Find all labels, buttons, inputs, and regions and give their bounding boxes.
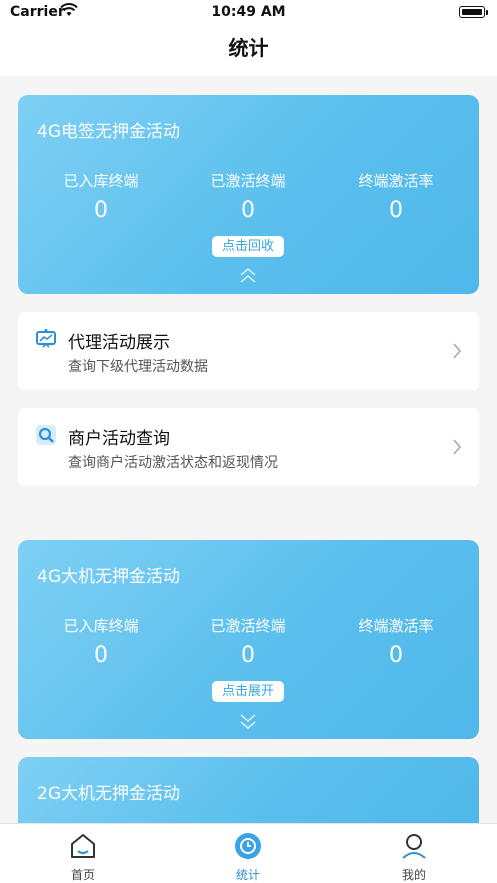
clock: 10:49 AM (211, 4, 286, 20)
stat-label: 已激活终端 (210, 617, 286, 635)
card-title: 2G大机无押金活动 (37, 784, 180, 804)
tab-bar: 首页 统计 我的 (0, 823, 497, 883)
stat-label: 已激活终端 (210, 172, 286, 190)
stat-label: 已入库终端 (63, 617, 139, 635)
page-title: 统计 (228, 36, 269, 60)
tab-home[interactable]: 首页 (23, 824, 143, 883)
stat-value: 0 (389, 198, 403, 223)
chevron-right-icon (453, 343, 462, 359)
stat-activated-terminals: 已激活终端 0 (173, 615, 323, 668)
stat-activated-terminals: 已激活终端 0 (173, 170, 323, 223)
tab-label: 首页 (70, 868, 95, 882)
menu-subtitle: 查询商户活动激活状态和返现情况 (68, 455, 278, 471)
agent-display-icon (36, 329, 56, 348)
stat-activation-rate: 终端激活率 0 (321, 170, 471, 223)
menu-title: 代理活动展示 (68, 333, 170, 353)
menu-title: 商户活动查询 (68, 429, 170, 449)
stat-value: 0 (241, 643, 255, 668)
stat-label: 终端激活率 (358, 617, 434, 635)
nav-bar: 统计 (0, 26, 497, 76)
menu-merchant-query[interactable]: 商户活动查询 查询商户活动激活状态和返现情况 (18, 408, 479, 486)
stat-stocked-terminals: 已入库终端 0 (26, 170, 176, 223)
menu-subtitle: 查询下级代理活动数据 (68, 359, 208, 375)
statistics-icon (235, 833, 261, 859)
stat-value: 0 (94, 198, 108, 223)
activity-card-4g-large: 4G大机无押金活动 已入库终端 0 已激活终端 0 终端激活率 0 点击展开 (18, 540, 479, 739)
expand-button[interactable]: 点击展开 (212, 681, 284, 702)
home-icon (71, 834, 95, 858)
tab-label: 我的 (401, 868, 426, 882)
tab-profile[interactable]: 我的 (354, 824, 474, 883)
menu-agent-activity[interactable]: 代理活动展示 查询下级代理活动数据 (18, 312, 479, 390)
tab-label: 统计 (235, 868, 260, 882)
status-bar: Carrier 10:49 AM (0, 0, 497, 26)
stat-activation-rate: 终端激活率 0 (321, 615, 471, 668)
stat-stocked-terminals: 已入库终端 0 (26, 615, 176, 668)
tab-statistics[interactable]: 统计 (188, 824, 308, 883)
stat-value: 0 (241, 198, 255, 223)
chevron-right-icon (453, 439, 462, 455)
battery-icon (459, 6, 488, 18)
stat-label: 终端激活率 (358, 172, 434, 190)
chevron-up-icon[interactable] (239, 267, 257, 285)
stat-label: 已入库终端 (63, 172, 139, 190)
card-title: 4G电签无押金活动 (37, 122, 180, 142)
chevron-down-icon[interactable] (239, 712, 257, 730)
collapse-button[interactable]: 点击回收 (212, 236, 284, 257)
stat-value: 0 (389, 643, 403, 668)
merchant-search-icon (36, 425, 56, 445)
profile-icon (402, 834, 426, 859)
activity-card-4g-esign: 4G电签无押金活动 已入库终端 0 已激活终端 0 终端激活率 0 点击回收 (18, 95, 479, 294)
card-title: 4G大机无押金活动 (37, 567, 180, 587)
stat-value: 0 (94, 643, 108, 668)
